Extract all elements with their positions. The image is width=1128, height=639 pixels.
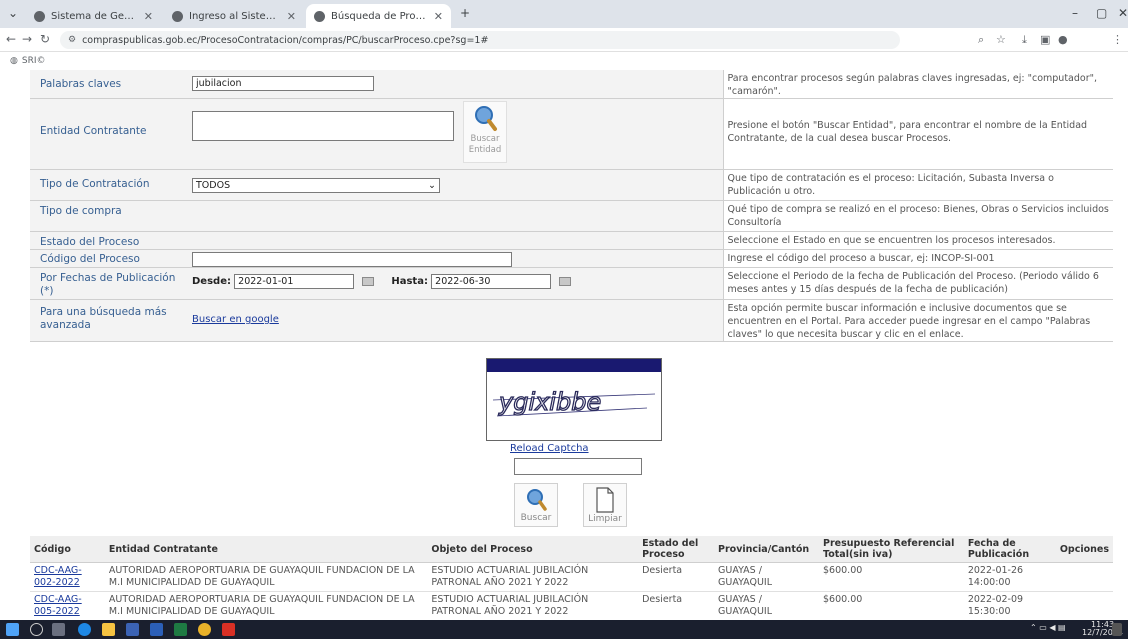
edge-icon[interactable] [78,623,91,636]
results-header-row: Código Entidad Contratante Objeto del Pr… [30,536,1113,563]
site-info-icon[interactable]: ⚙ [68,35,76,45]
reload-icon[interactable]: ↻ [40,32,50,46]
pdf-reader-icon[interactable] [222,623,235,636]
status-label: Estado del Proceso [30,231,187,250]
process-code-link[interactable]: CDC-AAG-005-2022 [34,594,82,617]
date-from-input[interactable] [234,274,355,289]
captcha-image: ygixibbe [486,358,662,441]
results-table: Código Entidad Contratante Objeto del Pr… [30,536,1113,620]
status-hint: Seleccione el Estado en que se encuentre… [722,231,1113,250]
entity-textarea[interactable] [192,111,454,141]
excel-icon[interactable] [174,623,187,636]
captcha-input[interactable] [514,458,642,475]
bookmark-globe-icon: ◍ [10,56,18,66]
magnifier-icon [475,106,497,131]
table-row: CDC-AAG-005-2022 AUTORIDAD AEROPORTUARIA… [30,591,1113,620]
row-entity: Entidad Contratante Buscar Entidad Presi… [30,98,1113,170]
address-bar-row: ← → ↻ ⚙ compraspublicas.gob.ec/ProcesoCo… [0,28,1128,52]
purchase-type-hint: Qué tipo de compra se realizó en el proc… [722,200,1113,232]
svg-text:ygixibbe: ygixibbe [498,388,601,416]
chevron-down-icon: ⌄ [428,180,436,191]
google-search-link[interactable]: Buscar en google [192,314,279,325]
row-keywords: Palabras claves Para encontrar procesos … [30,70,1113,99]
back-icon[interactable]: ← [6,32,16,46]
advanced-hint: Esta opción permite buscar información e… [722,299,1113,342]
zoom-icon[interactable]: ⌕ [978,33,984,47]
browser-tab-2[interactable]: Ingreso al Sistema - Compras P ✕ [164,4,304,28]
contract-type-hint: Que tipo de contratación es el proceso: … [722,169,1113,201]
date-to-input[interactable] [431,274,552,289]
blank-page-icon [596,487,614,513]
advanced-label: Para una búsqueda más avanzada [30,299,187,342]
magnifier-icon [527,489,547,511]
close-tab-icon[interactable]: ✕ [434,10,443,23]
table-row: CDC-AAG-002-2022 AUTORIDAD AEROPORTUARIA… [30,562,1113,592]
tab-favicon-icon [314,10,325,22]
windows-start-icon[interactable] [6,623,19,636]
calendar-icon[interactable] [559,276,572,286]
keywords-label: Palabras claves [30,70,187,99]
tab-search-icon[interactable]: ⌄ [8,6,18,20]
purchase-type-label: Tipo de compra [30,200,187,232]
browser-tab-bar: ⌄ Sistema de Gestión Documen ✕ Ingreso a… [0,0,1128,28]
contract-type-select[interactable]: TODOS ⌄ [192,178,440,193]
bookmark-sri[interactable]: SRI© [22,56,46,66]
process-code-hint: Ingrese el código del proceso a buscar, … [722,249,1113,268]
chrome-icon[interactable] [198,623,211,636]
file-explorer-icon[interactable] [102,623,115,636]
minimize-icon[interactable]: – [1072,6,1078,20]
url-input[interactable]: ⚙ compraspublicas.gob.ec/ProcesoContrata… [60,31,900,49]
calendar-icon[interactable] [362,276,375,286]
search-icon[interactable] [30,623,43,636]
bookmark-star-icon[interactable]: ☆ [996,33,1006,46]
captcha-graphic: ygixibbe [487,372,661,440]
row-contract-type: Tipo de Contratación TODOS ⌄ Que tipo de… [30,169,1113,201]
keywords-hint: Para encontrar procesos según palabras c… [722,70,1113,99]
process-code-link[interactable]: CDC-AAG-002-2022 [34,565,82,588]
clear-button[interactable]: Limpiar [583,483,627,527]
word-icon[interactable] [150,623,163,636]
entity-hint: Presione el botón "Buscar Entidad", para… [722,98,1113,170]
dates-hint: Seleccione el Periodo de la fecha de Pub… [722,267,1113,300]
close-tab-icon[interactable]: ✕ [287,10,296,23]
menu-icon[interactable]: ⋮ [1112,33,1123,46]
task-view-icon[interactable] [52,623,65,636]
tab-favicon-icon [172,10,183,22]
new-tab-icon[interactable]: + [460,6,470,20]
outlook-icon[interactable] [126,623,139,636]
entity-label: Entidad Contratante [30,98,187,170]
search-form: Palabras claves Para encontrar procesos … [30,70,1113,342]
process-code-input[interactable] [192,252,512,267]
contract-type-label: Tipo de Contratación [30,169,187,201]
reload-captcha-link[interactable]: Reload Captcha [510,443,589,454]
keywords-input[interactable] [192,76,374,91]
search-button[interactable]: Buscar [514,483,558,527]
maximize-icon[interactable]: ▢ [1096,6,1107,20]
row-purchase-type: Tipo de compra Qué tipo de compra se rea… [30,200,1113,232]
dates-label: Por Fechas de Publicación (*) [30,267,187,300]
page-content: Palabras claves Para encontrar procesos … [0,70,1128,620]
close-window-icon[interactable]: ✕ [1118,6,1128,20]
forward-icon[interactable]: → [22,32,32,46]
windows-taskbar: ⌃ ▭ ◀ ▤ 11:43 12/7/2024 [0,620,1128,639]
notifications-icon[interactable] [1112,623,1122,636]
bookmarks-bar: ◍ SRI© [0,52,1128,70]
tab-favicon-icon [34,10,45,22]
profile-icon[interactable]: ● [1058,33,1068,46]
search-entity-button[interactable]: Buscar Entidad [463,101,507,163]
extensions-icon[interactable]: ▣ [1040,33,1050,46]
browser-tab-3-active[interactable]: Búsqueda de Procesos de Con ✕ [306,4,451,28]
close-tab-icon[interactable]: ✕ [144,10,153,23]
browser-tab-1[interactable]: Sistema de Gestión Documen ✕ [26,4,161,28]
tray-icons[interactable]: ⌃ ▭ ◀ ▤ [1030,623,1066,632]
row-status: Estado del Proceso Seleccione el Estado … [30,231,1113,250]
row-advanced: Para una búsqueda más avanzada Buscar en… [30,299,1113,342]
process-code-label: Código del Proceso [30,249,187,268]
row-dates: Por Fechas de Publicación (*) Desde: Has… [30,267,1113,300]
download-icon[interactable]: ⤓ [1022,33,1027,47]
row-process-code: Código del Proceso Ingrese el código del… [30,249,1113,268]
